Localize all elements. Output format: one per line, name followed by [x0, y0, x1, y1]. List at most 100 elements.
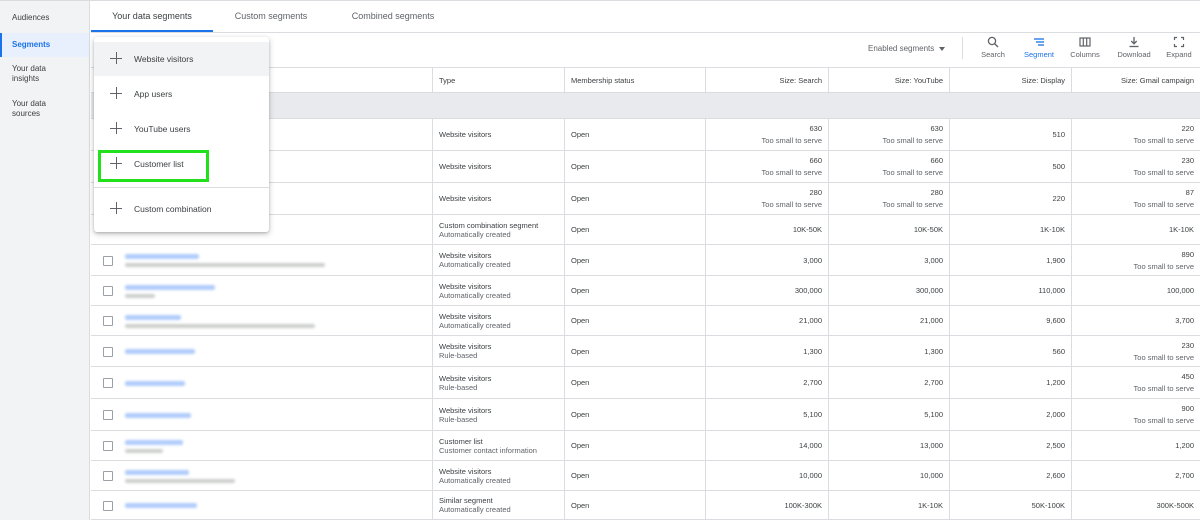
- row-checkbox[interactable]: [103, 471, 113, 481]
- table-row[interactable]: Website visitors Automatically created Ope…: [91, 306, 1200, 336]
- sidebar-item-segments[interactable]: Segments: [0, 33, 89, 57]
- table-row[interactable]: Website visitors Rule-based Open 5,100 5,100…: [91, 399, 1200, 431]
- cell-search: 630 Too small to serve: [705, 119, 828, 150]
- segment-name-cell: [91, 367, 432, 398]
- table-row[interactable]: Website visitors Automatically created Ope…: [91, 276, 1200, 306]
- segment-name-link[interactable]: [125, 470, 189, 475]
- row-checkbox[interactable]: [103, 378, 113, 388]
- row-checkbox[interactable]: [103, 316, 113, 326]
- cell-youtube: 1,300: [828, 336, 949, 366]
- segment-name-cell: [91, 276, 432, 305]
- cell-search: 21,000: [705, 306, 828, 335]
- segment-name-link[interactable]: [125, 440, 183, 445]
- gmail-value: 87: [1185, 188, 1194, 197]
- segment-name-link[interactable]: [125, 285, 215, 290]
- cell-type: Website visitors Automatically created: [432, 245, 564, 275]
- cell-display: 1,200: [949, 367, 1071, 398]
- menu-item-label: YouTube users: [134, 124, 191, 134]
- expand-button[interactable]: Expand: [1156, 36, 1200, 64]
- row-checkbox[interactable]: [103, 500, 113, 511]
- type-value: Website visitors: [439, 466, 492, 476]
- header-size-search[interactable]: Size: Search: [705, 68, 828, 93]
- cell-display: 50K-100K: [949, 491, 1071, 519]
- cell-display: 1K-10K: [949, 215, 1071, 244]
- segment-name-link[interactable]: [125, 315, 181, 320]
- row-checkbox[interactable]: [103, 286, 113, 296]
- segment-name-link[interactable]: [125, 503, 197, 508]
- search-value: 2,700: [803, 378, 822, 387]
- cell-type: Customer list Customer contact informatio…: [432, 431, 564, 460]
- cell-membership: Open: [564, 461, 705, 490]
- membership-value: Open: [571, 194, 590, 203]
- menu-item-custom-combination[interactable]: Custom combination: [94, 192, 269, 226]
- type-value: Website visitors: [439, 342, 492, 351]
- type-subtitle: Rule-based: [439, 414, 478, 424]
- enabled-segments-filter[interactable]: Enabled segments: [868, 44, 946, 53]
- row-checkbox[interactable]: [103, 346, 113, 357]
- header-size-gmail-campaign[interactable]: Size: Gmail campaign: [1071, 68, 1200, 93]
- cell-youtube: 660 Too small to serve: [828, 151, 949, 182]
- youtube-value: 280: [930, 188, 943, 197]
- cell-membership: Open: [564, 276, 705, 305]
- segment-button[interactable]: Segment: [1016, 36, 1062, 64]
- segment-name-cell: [91, 399, 432, 430]
- header-size-youtube[interactable]: Size: YouTube: [828, 68, 949, 93]
- header-type[interactable]: Type: [432, 68, 564, 93]
- row-checkbox[interactable]: [103, 255, 113, 266]
- segment-name-link[interactable]: [125, 254, 199, 259]
- membership-value: Open: [571, 441, 590, 450]
- cell-display: 2,600: [949, 461, 1071, 490]
- type-subtitle: Automatically created: [439, 229, 511, 239]
- tab-your-data-segments[interactable]: Your data segments: [91, 1, 213, 32]
- table-row[interactable]: Customer list Customer contact informatio…: [91, 431, 1200, 461]
- segment-name-link[interactable]: [125, 412, 191, 418]
- cell-display: 1,900: [949, 245, 1071, 275]
- type-subtitle: Rule-based: [439, 382, 478, 392]
- sidebar-item-your-data-sources[interactable]: Your data sources: [0, 99, 70, 119]
- display-value: 2,500: [1046, 441, 1065, 450]
- menu-item-app-users[interactable]: App users: [94, 77, 269, 111]
- header-size-display[interactable]: Size: Display: [949, 68, 1071, 93]
- type-subtitle: Automatically created: [439, 320, 511, 330]
- cell-search: 10K-50K: [705, 215, 828, 244]
- search-value: 5,100: [803, 410, 822, 419]
- cell-type: Website visitors: [432, 119, 564, 150]
- tab-custom-segments[interactable]: Custom segments: [213, 1, 329, 32]
- cell-gmail: 300K-500K: [1071, 491, 1200, 519]
- segment-name-link[interactable]: [125, 380, 185, 386]
- table-row[interactable]: Website visitors Rule-based Open 1,300 1,300…: [91, 336, 1200, 367]
- table-row[interactable]: Website visitors Automatically created Ope…: [91, 245, 1200, 276]
- sidebar-item-audiences[interactable]: Audiences: [0, 13, 89, 23]
- type-value: Similar segment: [439, 496, 493, 505]
- tab-combined-segments[interactable]: Combined segments: [329, 1, 457, 32]
- cell-search: 660 Too small to serve: [705, 151, 828, 182]
- table-row[interactable]: Website visitors Automatically created Ope…: [91, 461, 1200, 491]
- segment-description: [125, 263, 325, 267]
- cell-youtube: 280 Too small to serve: [828, 183, 949, 214]
- sidebar-item-your-data-insights[interactable]: Your data insights: [0, 64, 70, 84]
- menu-item-label: Website visitors: [134, 54, 194, 64]
- search-button[interactable]: Search: [970, 36, 1016, 64]
- plus-icon: [110, 52, 122, 64]
- membership-value: Open: [571, 286, 590, 295]
- cell-type: Website visitors Rule-based: [432, 336, 564, 366]
- display-value: 1,200: [1046, 378, 1065, 387]
- cell-gmail: 220 Too small to serve: [1071, 119, 1200, 150]
- cell-youtube: 10,000: [828, 461, 949, 490]
- row-checkbox[interactable]: [103, 410, 113, 420]
- header-membership-status[interactable]: Membership status: [564, 68, 705, 93]
- menu-item-youtube-users[interactable]: YouTube users: [94, 112, 269, 146]
- table-row[interactable]: Similar segment Automatically created Open…: [91, 491, 1200, 520]
- display-value: 110,000: [1038, 286, 1065, 295]
- download-button[interactable]: Download: [1111, 36, 1157, 64]
- display-value: 1K-10K: [1039, 225, 1065, 234]
- cell-display: 510: [949, 119, 1071, 150]
- type-subtitle: Automatically created: [439, 505, 511, 514]
- row-checkbox[interactable]: [103, 441, 113, 451]
- menu-item-website-visitors[interactable]: Website visitors: [94, 42, 269, 76]
- add-segment-menu: Website visitors App users YouTube users…: [94, 37, 269, 232]
- table-row[interactable]: Website visitors Rule-based Open 2,700 2,700…: [91, 367, 1200, 399]
- columns-button[interactable]: Columns: [1062, 36, 1108, 64]
- youtube-value: 10K-50K: [913, 225, 943, 234]
- segment-name-link[interactable]: [125, 349, 195, 354]
